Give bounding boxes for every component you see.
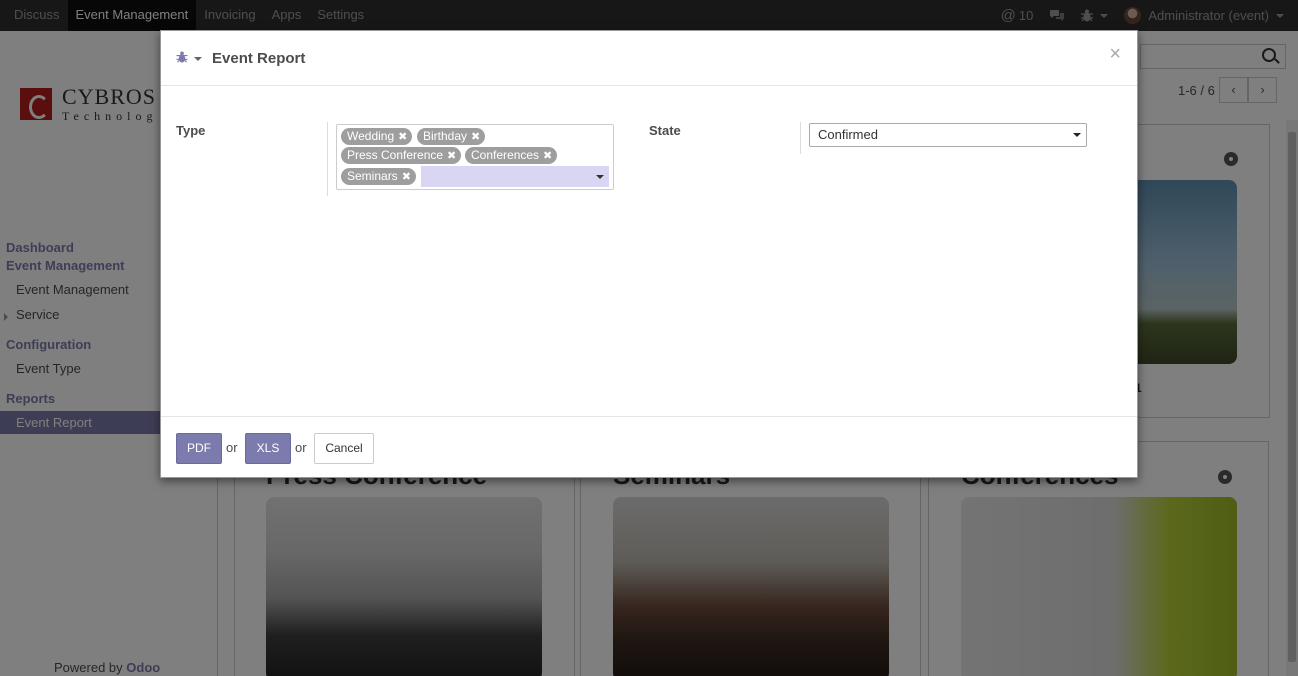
state-select[interactable]: Confirmed	[809, 123, 1087, 147]
pdf-button[interactable]: PDF	[176, 433, 222, 464]
state-label: State	[649, 123, 681, 138]
cancel-button[interactable]: Cancel	[314, 433, 374, 464]
tag-label: Birthday	[423, 129, 468, 143]
modal-header: Event Report ×	[161, 31, 1137, 86]
tag-label: Press Conference	[347, 148, 444, 162]
modal-footer: PDF or XLS or Cancel	[161, 416, 1137, 478]
tag-press-conference: Press Conference ✖	[341, 147, 462, 165]
remove-tag-icon[interactable]: ✖	[471, 129, 480, 146]
divider	[327, 122, 328, 196]
bug-icon[interactable]	[176, 51, 188, 63]
chevron-down-icon[interactable]	[596, 175, 604, 179]
remove-tag-icon[interactable]: ✖	[447, 148, 456, 165]
type-tags-field[interactable]: Wedding ✖ Birthday ✖ Press Conference ✖ Con…	[336, 124, 614, 190]
tag-label: Conferences	[471, 148, 540, 162]
event-report-dialog: Event Report × Type Wedding ✖ Birthday ✖ P…	[160, 30, 1138, 478]
tag-label: Wedding	[347, 129, 395, 143]
chevron-down-icon[interactable]	[194, 57, 202, 61]
tag-label: Seminars	[347, 169, 398, 183]
close-icon[interactable]: ×	[1109, 43, 1121, 66]
tag-conferences: Conferences ✖	[465, 147, 558, 165]
divider	[800, 122, 801, 154]
type-label: Type	[176, 123, 206, 138]
tag-wedding: Wedding ✖	[341, 128, 413, 146]
xls-button[interactable]: XLS	[245, 433, 291, 464]
remove-tag-icon[interactable]: ✖	[402, 169, 411, 186]
tag-seminars: Seminars ✖	[341, 168, 416, 185]
tag-birthday: Birthday ✖	[417, 128, 486, 146]
remove-tag-icon[interactable]: ✖	[398, 129, 407, 146]
type-search-input[interactable]	[421, 166, 609, 187]
state-selected-value: Confirmed	[818, 127, 878, 142]
chevron-down-icon	[1073, 133, 1081, 137]
or-text: or	[226, 440, 238, 455]
or-text: or	[295, 440, 307, 455]
remove-tag-icon[interactable]: ✖	[543, 148, 552, 165]
modal-title: Event Report	[212, 50, 306, 67]
